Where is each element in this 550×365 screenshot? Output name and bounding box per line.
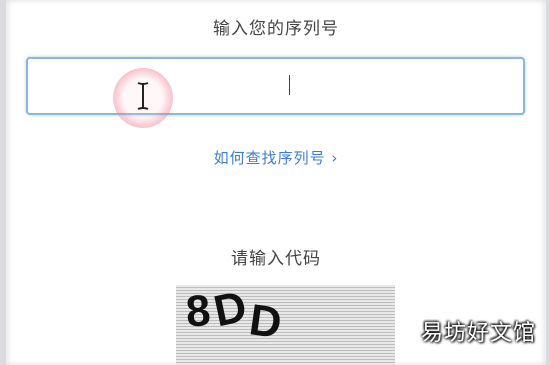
code-label: 请输入代码 — [231, 249, 321, 269]
ibeam-cursor-icon — [137, 82, 149, 110]
serial-number-input[interactable] — [26, 57, 525, 115]
captcha-char: D — [209, 285, 247, 337]
watermark-text: 易坊好文馆 — [420, 321, 536, 346]
captcha-char: D — [246, 295, 281, 348]
captcha-text: 8 D D — [184, 285, 280, 348]
serial-number-label: 输入您的序列号 — [213, 19, 339, 39]
text-caret — [289, 75, 290, 95]
captcha-char: 8 — [184, 286, 209, 337]
serial-entry-panel: 输入您的序列号 如何查找序列号 › 请输入代码 8 D D — [6, 0, 546, 365]
captcha-image: 8 D D — [176, 285, 395, 365]
find-serial-link[interactable]: 如何查找序列号 › — [6, 147, 546, 168]
